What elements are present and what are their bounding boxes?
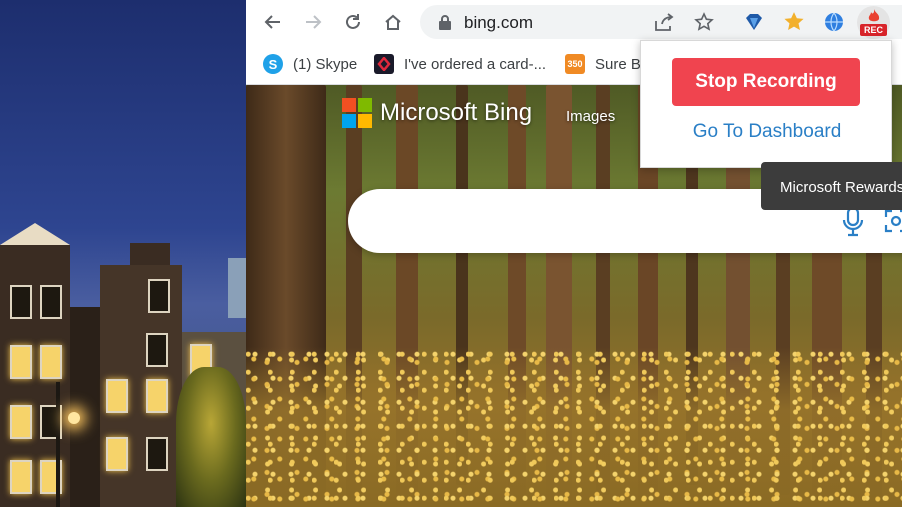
window — [148, 279, 170, 313]
screen-recorder-extension-button[interactable]: REC — [857, 6, 890, 39]
microphone-icon[interactable] — [842, 207, 864, 237]
microsoft-logo-icon — [342, 98, 372, 128]
bookmark-card-order[interactable]: I've ordered a card-... — [374, 53, 546, 75]
building-gable — [130, 243, 170, 265]
visual-search-icon[interactable] — [884, 209, 902, 233]
window — [146, 379, 168, 413]
home-icon — [385, 14, 401, 30]
canal-house — [100, 265, 182, 507]
street-lamp — [56, 382, 60, 507]
forward-arrow-icon — [306, 15, 322, 29]
canal-house — [70, 307, 100, 507]
bookmark-skype[interactable]: S (1) Skype — [263, 53, 357, 75]
window — [10, 405, 32, 439]
window — [10, 460, 32, 494]
microsoft-rewards-tooltip: Microsoft Rewards — [761, 162, 902, 210]
home-button[interactable] — [379, 8, 407, 36]
microsoft-bing-logo[interactable]: Microsoft Bing — [342, 98, 532, 128]
clock-tower — [228, 258, 246, 318]
window — [106, 379, 128, 413]
flame-icon — [868, 9, 880, 22]
window — [146, 333, 168, 367]
350-logo-icon: 350 — [565, 54, 585, 74]
forward-button[interactable] — [299, 8, 327, 36]
share-icon[interactable] — [654, 13, 674, 31]
bookmark-label: I've ordered a card-... — [404, 55, 547, 73]
nav-images-link[interactable]: Images — [566, 108, 615, 125]
desktop-wallpaper — [0, 0, 246, 507]
extension-star-icon[interactable] — [783, 11, 805, 33]
skype-icon: S — [263, 54, 283, 74]
stop-recording-button[interactable]: Stop Recording — [672, 58, 860, 106]
bookmark-label: (1) Skype — [293, 55, 358, 73]
browser-toolbar: bing.com REC — [246, 0, 902, 44]
back-button[interactable] — [259, 8, 287, 36]
back-arrow-icon — [264, 15, 280, 29]
window — [40, 345, 62, 379]
lock-icon — [439, 15, 451, 30]
url-text: bing.com — [464, 13, 533, 32]
rec-badge: REC — [860, 24, 887, 36]
building-gable — [0, 223, 70, 245]
reload-icon — [346, 14, 360, 29]
go-to-dashboard-link[interactable]: Go To Dashboard — [641, 121, 893, 143]
bookmark-sure-bet[interactable]: 350 Sure Be — [565, 53, 649, 75]
window — [10, 345, 32, 379]
bookmark-star-icon[interactable] — [694, 12, 714, 32]
recorder-popup: Stop Recording Go To Dashboard — [640, 40, 892, 168]
tree — [176, 367, 246, 507]
bank-logo-icon — [374, 54, 394, 74]
window — [10, 285, 32, 319]
window — [40, 285, 62, 319]
bing-logo-text: Microsoft Bing — [380, 99, 533, 126]
window — [106, 437, 128, 471]
lamp-glow — [68, 412, 80, 424]
extension-diamond-icon[interactable] — [744, 12, 764, 32]
window — [146, 437, 168, 471]
reload-button[interactable] — [339, 8, 367, 36]
extension-globe-icon[interactable] — [823, 11, 845, 33]
yellow-flower-field — [246, 347, 902, 507]
